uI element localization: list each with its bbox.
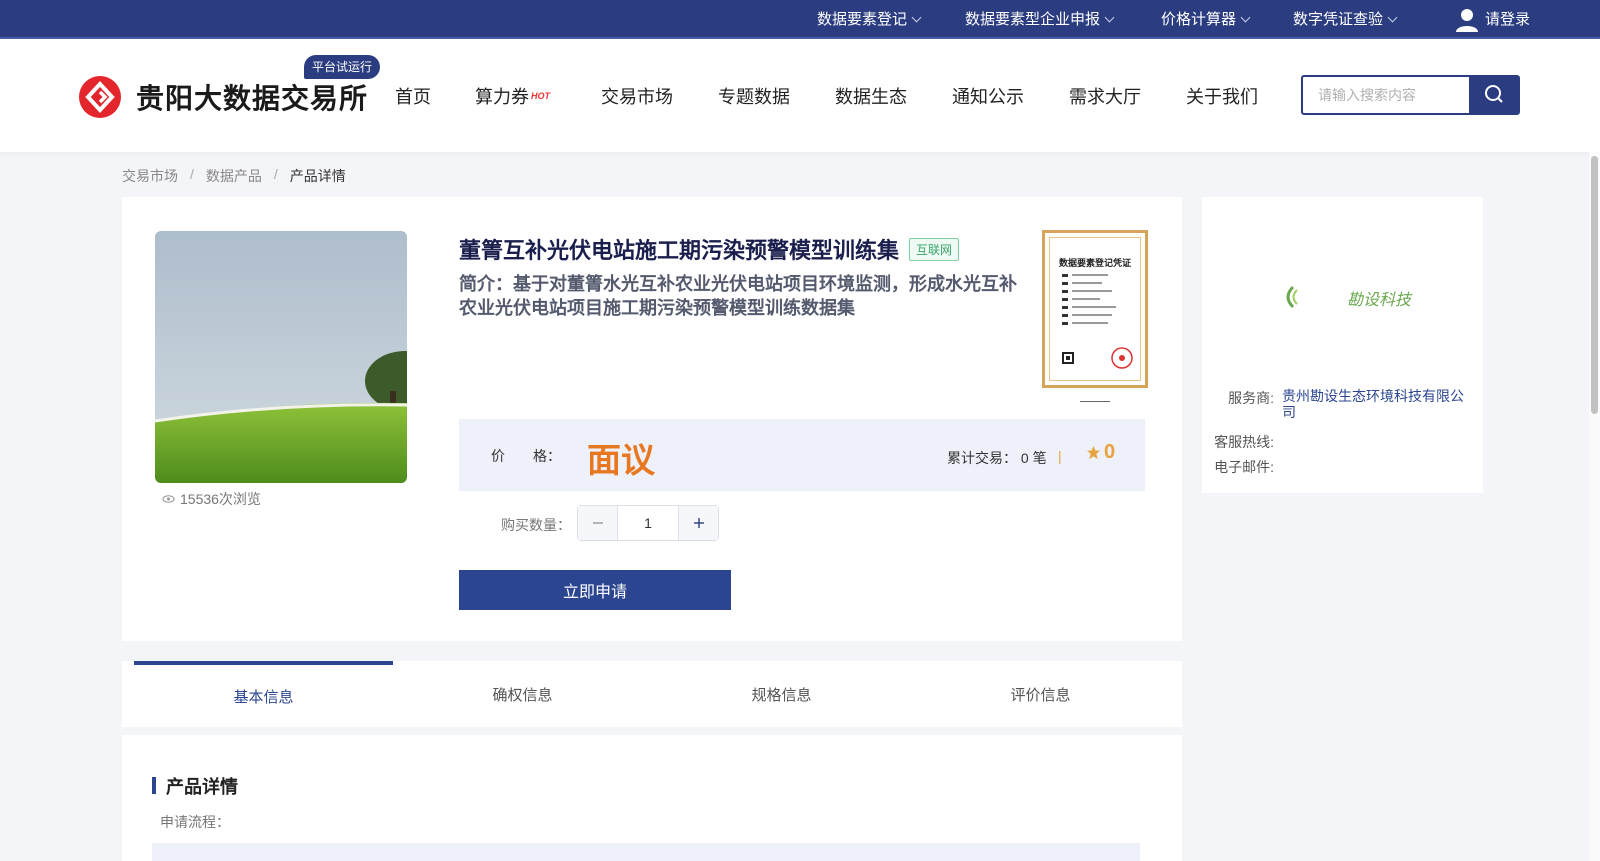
nav-compute-voucher[interactable]: 算力券 HOT: [475, 83, 550, 109]
topbar-item-certificate-check[interactable]: 数字凭证查验: [1293, 0, 1398, 39]
section-marker: [152, 777, 156, 794]
hotline-value: [1282, 432, 1468, 452]
provider-card: 勘设科技 服务商: 贵州勘设生态环境科技有限公司 客服热线: 电子邮件:: [1202, 197, 1483, 493]
email-row: 电子邮件:: [1202, 457, 1468, 477]
application-process-label: 申请流程：: [160, 814, 230, 830]
login-label: 请登录: [1485, 11, 1531, 28]
user-icon: [1456, 8, 1478, 32]
divider: [1080, 401, 1110, 402]
nav-home[interactable]: 首页: [395, 83, 431, 109]
landscape-image: [155, 231, 407, 483]
breadcrumb-market[interactable]: 交易市场: [122, 166, 178, 186]
hotline-label: 客服热线:: [1214, 434, 1274, 450]
product-title: 董箐互补光伏电站施工期污染预警模型训练集: [459, 238, 900, 263]
tab-spec-info[interactable]: 规格信息: [652, 661, 911, 727]
title-row: 董箐互补光伏电站施工期污染预警模型训练集 互联网: [459, 233, 960, 265]
provider-name[interactable]: 贵州勘设生态环境科技有限公司: [1282, 388, 1468, 420]
registration-certificate[interactable]: 数据要素登记凭证: [1042, 230, 1148, 388]
chevron-down-icon: [1104, 12, 1115, 23]
provider-logo-text: 勘设科技: [1347, 292, 1412, 309]
nav-about-us[interactable]: 关于我们: [1186, 83, 1258, 109]
product-image: [155, 231, 407, 483]
nav-notices[interactable]: 通知公示: [952, 83, 1024, 109]
provider-logo[interactable]: 勘设科技: [1242, 227, 1420, 367]
price-label: 价 格：: [491, 448, 561, 464]
beta-badge: 平台试运行: [304, 55, 381, 79]
topbar-item-label: 数字凭证查验: [1293, 11, 1384, 28]
section-title: 产品详情: [166, 777, 238, 797]
price-panel: 价 格： 面议 累计交易： 0 笔 | 0: [459, 419, 1145, 491]
nav-market[interactable]: 交易市场: [601, 83, 673, 109]
logo-text[interactable]: 贵阳大数据交易所: [136, 77, 368, 117]
rating: 0: [1086, 441, 1115, 464]
view-count-text: 15536次浏览: [180, 491, 261, 507]
email-label: 电子邮件:: [1214, 459, 1274, 475]
breadcrumb: 交易市场 / 数据产品 / 产品详情: [122, 166, 346, 186]
search-box: [1301, 75, 1520, 115]
application-process-panel: [152, 843, 1140, 861]
detail-tabs: 基本信息 确权信息 规格信息 评价信息: [122, 661, 1182, 727]
product-card: 15536次浏览 董箐互补光伏电站施工期污染预警模型训练集 互联网 简介：基于对…: [122, 197, 1182, 641]
eye-icon: [162, 495, 175, 503]
topbar-item-label: 价格计算器: [1161, 11, 1237, 28]
increase-button[interactable]: [678, 506, 718, 540]
breadcrumb-data-products[interactable]: 数据产品: [206, 166, 262, 186]
topbar-item-label: 数据要素登记: [817, 11, 908, 28]
minus-icon: [592, 522, 603, 524]
quantity-label: 购买数量：: [501, 517, 571, 533]
star-icon: [1086, 445, 1101, 460]
chevron-down-icon: [1240, 12, 1251, 23]
search-button[interactable]: [1469, 77, 1518, 113]
quantity-input[interactable]: [618, 506, 678, 540]
product-summary: 简介：基于对董箐水光互补农业光伏电站项目环境监测，形成水光互补农业光伏电站项目施…: [459, 274, 1017, 318]
separator: |: [1058, 448, 1062, 464]
tab-basic-info[interactable]: 基本信息: [134, 661, 393, 727]
nav-ecosystem[interactable]: 数据生态: [835, 83, 907, 109]
scrollbar-thumb[interactable]: [1591, 156, 1598, 414]
nav-topic-data[interactable]: 专题数据: [718, 83, 790, 109]
price-value: 面议: [587, 442, 655, 480]
hot-badge: HOT: [531, 91, 550, 101]
chevron-down-icon: [1387, 12, 1398, 23]
decrease-button[interactable]: [578, 506, 618, 540]
provider-name-label: 服务商:: [1228, 390, 1274, 406]
login-link[interactable]: 请登录: [1455, 0, 1530, 39]
tab-rights-info[interactable]: 确权信息: [393, 661, 652, 727]
product-detail-section: 产品详情 申请流程：: [122, 735, 1182, 861]
quantity-stepper: [577, 505, 719, 541]
topbar-item-price-calculator[interactable]: 价格计算器: [1161, 0, 1251, 39]
logo-icon: [79, 76, 121, 118]
tab-reviews[interactable]: 评价信息: [911, 661, 1170, 727]
page-scrollbar[interactable]: [1589, 152, 1600, 861]
topbar-item-data-registration[interactable]: 数据要素登记: [817, 0, 922, 39]
provider-name-row: 服务商: 贵州勘设生态环境科技有限公司: [1202, 388, 1468, 420]
email-value: [1282, 457, 1468, 477]
top-bar: 数据要素登记 数据要素型企业申报 价格计算器 数字凭证查验 请登录: [0, 0, 1600, 39]
certificate-thumbnail: 数据要素登记凭证: [1049, 237, 1141, 381]
chevron-down-icon: [911, 12, 922, 23]
view-count: 15536次浏览: [162, 489, 261, 509]
header: 贵阳大数据交易所 平台试运行 首页 算力券 HOT 交易市场 专题数据 数据生态…: [0, 39, 1600, 152]
plus-icon: [693, 518, 704, 528]
category-tag: 互联网: [909, 237, 960, 261]
trade-count: 累计交易： 0 笔: [947, 450, 1047, 466]
topbar-item-enterprise-declaration[interactable]: 数据要素型企业申报: [965, 0, 1115, 39]
apply-button[interactable]: 立即申请: [459, 570, 731, 610]
nav-label: 算力券: [475, 87, 529, 107]
breadcrumb-current: 产品详情: [289, 168, 346, 184]
nav-demand-hall[interactable]: 需求大厅: [1069, 83, 1141, 109]
rating-value: 0: [1104, 441, 1116, 463]
certificate-content-icon: [1062, 274, 1133, 369]
search-input[interactable]: [1303, 77, 1471, 113]
hotline-row: 客服热线:: [1202, 432, 1468, 452]
topbar-item-label: 数据要素型企业申报: [965, 11, 1101, 28]
search-icon: [1485, 85, 1503, 103]
